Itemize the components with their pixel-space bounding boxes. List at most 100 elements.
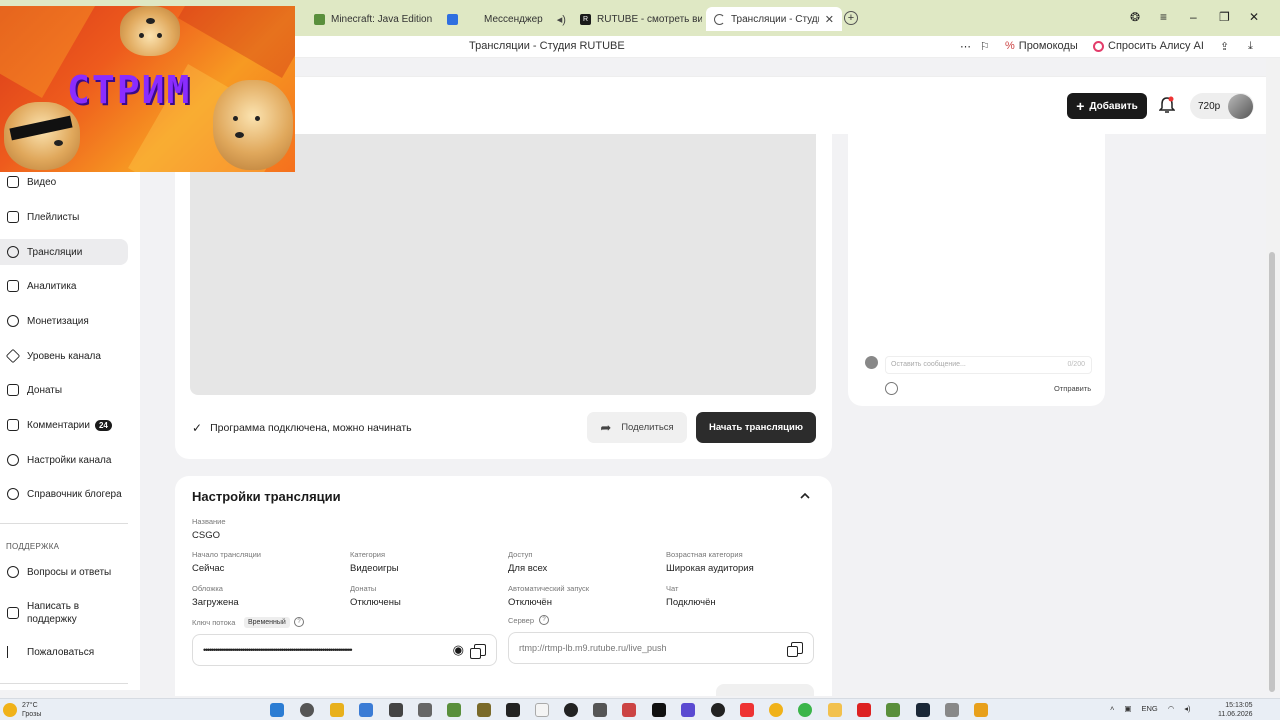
stream-preview-player[interactable]: [190, 134, 816, 395]
help-icon[interactable]: ?: [539, 615, 549, 625]
app-icon[interactable]: [974, 703, 988, 717]
app-icon[interactable]: [418, 703, 432, 717]
sidebar-item-donations[interactable]: Донаты: [0, 377, 128, 403]
info-icon: [7, 488, 19, 500]
alice-label: Спросить Алису AI: [1108, 40, 1204, 52]
temperature: 27°C: [22, 702, 38, 709]
app-icon[interactable]: [477, 703, 491, 717]
sidebar-item-streams[interactable]: Трансляции: [0, 239, 128, 265]
system-clock[interactable]: 15:13:05 11.06.2026: [1218, 701, 1253, 719]
wifi-icon[interactable]: ◠: [1168, 704, 1175, 713]
chevron-up-icon[interactable]: [799, 490, 811, 502]
weather-widget[interactable]: 27°C Грозы: [22, 701, 41, 719]
chat-send-button[interactable]: Отправить: [1054, 384, 1091, 393]
app-icon[interactable]: [798, 703, 812, 717]
browser-menu-icon[interactable]: ≡: [1160, 10, 1167, 24]
sidebar-item-blogger-guide[interactable]: Справочник блогера: [0, 481, 128, 507]
weather-storm-icon[interactable]: [3, 703, 17, 717]
volume-icon[interactable]: ◂): [1184, 704, 1190, 713]
browser-tab-studio[interactable]: Трансляции - Студия R ✕: [706, 7, 842, 31]
browser-tab-messenger[interactable]: Мессенджер ◂) ✕: [447, 8, 567, 30]
scrollbar-thumb[interactable]: [1269, 252, 1275, 692]
sidebar-item-channel-settings[interactable]: Настройки канала: [0, 447, 128, 473]
sidebar-item-analytics[interactable]: Аналитика: [0, 273, 128, 299]
yandex-browser-icon[interactable]: [740, 703, 754, 717]
sidebar-item-channel-level[interactable]: Уровень канала: [0, 343, 128, 369]
steam-icon[interactable]: [916, 703, 930, 717]
minimize-icon[interactable]: –: [1190, 10, 1197, 24]
server-url-field[interactable]: rtmp://rtmp-lb.m9.rutube.ru/live_push: [508, 632, 814, 664]
close-tab-icon[interactable]: ✕: [825, 13, 834, 26]
help-icon[interactable]: ?: [294, 617, 304, 627]
app-icon[interactable]: [769, 703, 783, 717]
app-icon[interactable]: [681, 703, 695, 717]
sidebar-item-video[interactable]: Видео: [0, 169, 128, 195]
save-settings-button[interactable]: [716, 684, 814, 696]
tray-app-icon[interactable]: ▣: [1124, 704, 1131, 713]
copy-icon[interactable]: [787, 642, 803, 657]
more-icon[interactable]: ⋯: [960, 40, 971, 53]
app-icon[interactable]: [330, 703, 344, 717]
stream-key-mask: ••••••••••••••••••••••••••••••••••••••••…: [203, 645, 352, 655]
restore-icon[interactable]: ❐: [1219, 10, 1230, 24]
app-icon[interactable]: [593, 703, 607, 717]
stream-settings-card: Настройки трансляции Название CSGO Начал…: [175, 476, 832, 696]
donations-label: Донаты: [350, 584, 377, 593]
chatgpt-icon[interactable]: [300, 703, 314, 717]
checkmark-icon: ✓: [192, 421, 203, 435]
extension-icon[interactable]: ❂: [1130, 10, 1140, 24]
tab-label: RUTUBE - смотреть виде: [597, 13, 702, 25]
sidebar-item-report[interactable]: Пожаловаться: [0, 639, 128, 665]
category-label: Категория: [350, 550, 386, 559]
close-window-icon[interactable]: ✕: [1249, 10, 1259, 24]
app-icon[interactable]: [389, 703, 403, 717]
bookmark-icon[interactable]: ⚐: [980, 40, 990, 53]
sidebar-item-label: Аналитика: [27, 280, 77, 292]
app-icon[interactable]: [945, 703, 959, 717]
app-icon[interactable]: [857, 703, 871, 717]
app-icon[interactable]: [506, 703, 520, 717]
sidebar-item-faq[interactable]: Вопросы и ответы: [0, 559, 128, 585]
chat-message-input[interactable]: Оставить сообщение... 0/200: [885, 356, 1092, 374]
minecraft-icon[interactable]: [447, 703, 461, 717]
upside-down-doge-image: [120, 6, 180, 56]
chevron-up-icon[interactable]: ˄: [1110, 704, 1114, 713]
share-page-icon[interactable]: ⇪: [1220, 40, 1229, 53]
app-icon[interactable]: [622, 703, 636, 717]
start-stream-button[interactable]: Начать трансляцию: [696, 412, 816, 443]
speaker-icon[interactable]: ◂): [557, 13, 566, 26]
download-icon[interactable]: ⤓: [1248, 40, 1253, 53]
sidebar-item-label: Настройки канала: [27, 454, 112, 466]
sidebar-item-playlists[interactable]: Плейлисты: [0, 204, 128, 230]
new-tab-button[interactable]: +: [844, 11, 858, 25]
user-avatar[interactable]: [1228, 94, 1253, 119]
app-icon[interactable]: [711, 703, 725, 717]
document-icon[interactable]: [535, 703, 549, 717]
page-address-title[interactable]: Трансляции - Студия RUTUBE: [469, 40, 625, 52]
app-icon[interactable]: [886, 703, 900, 717]
language-indicator[interactable]: ENG: [1141, 704, 1157, 713]
eye-icon[interactable]: ◉: [453, 642, 464, 658]
add-button[interactable]: + Добавить: [1067, 93, 1147, 119]
promo-button[interactable]: % Промокоды: [1005, 40, 1078, 52]
app-icon[interactable]: [652, 703, 666, 717]
alice-button[interactable]: Спросить Алису AI: [1093, 40, 1204, 52]
app-icon[interactable]: [564, 703, 578, 717]
share-button[interactable]: ➦ Поделиться: [587, 412, 687, 443]
file-explorer-icon[interactable]: [828, 703, 842, 717]
sidebar-item-monetization[interactable]: Монетизация: [0, 308, 128, 334]
browser-tab-minecraft[interactable]: Minecraft: Java Edition —: [314, 8, 432, 30]
mail-icon: [7, 607, 19, 619]
windows-start-icon[interactable]: [270, 703, 284, 717]
app-icon[interactable]: [359, 703, 373, 717]
sidebar-item-comments[interactable]: Комментарии 24: [0, 412, 128, 438]
emoji-icon[interactable]: [885, 382, 898, 395]
page-scrollbar[interactable]: [1266, 58, 1280, 692]
sidebar-item-write-support[interactable]: Написать в поддержку: [0, 598, 128, 628]
stream-key-field[interactable]: ••••••••••••••••••••••••••••••••••••••••…: [192, 634, 497, 666]
quality-label: 720p: [1198, 100, 1221, 112]
copy-icon[interactable]: [470, 644, 486, 659]
clock-time: 15:13:05: [1225, 702, 1253, 709]
notifications-bell-icon[interactable]: [1159, 96, 1175, 114]
browser-tab-rutube[interactable]: R RUTUBE - смотреть виде: [580, 8, 702, 30]
